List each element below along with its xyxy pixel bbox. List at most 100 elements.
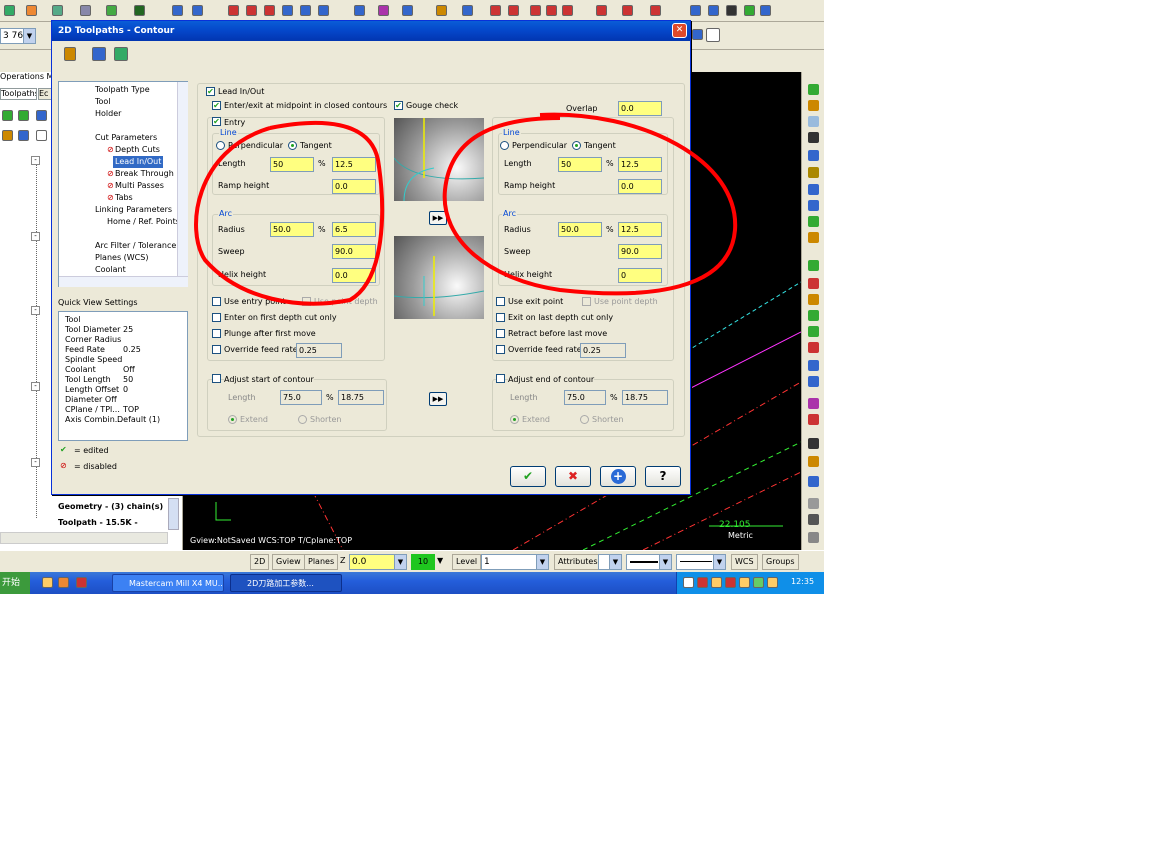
tree-expander[interactable]: - (31, 156, 40, 165)
tree-hscrollbar[interactable] (59, 276, 188, 287)
tree-toolpath-type[interactable]: Toolpath Type (95, 84, 150, 96)
ok-button[interactable]: ✔ (510, 466, 546, 487)
entry-override-feed-input[interactable]: 0.25 (296, 343, 342, 358)
exit-length-input[interactable]: 12.5 (618, 157, 662, 172)
tree-tool[interactable]: Tool (95, 96, 111, 108)
apply-button[interactable]: + (600, 466, 636, 487)
entry-radius-input[interactable]: 6.5 (332, 222, 376, 237)
offset-icon[interactable] (318, 5, 329, 16)
measure-icon[interactable] (808, 456, 819, 467)
rectangle-icon[interactable] (808, 342, 819, 353)
regen-icon[interactable] (18, 110, 29, 121)
mirror-icon[interactable] (264, 5, 275, 16)
help-icon[interactable] (692, 29, 703, 40)
line-create-icon[interactable] (808, 278, 819, 289)
machine-icon[interactable] (622, 5, 633, 16)
copy-entry-to-exit-button[interactable]: ▶▶ (429, 211, 447, 225)
note-icon[interactable] (378, 5, 389, 16)
rotate-icon[interactable] (282, 5, 293, 16)
exit-perpendicular-radio[interactable] (500, 141, 509, 150)
z-depth-combo[interactable]: 0.0 ▼ (349, 554, 407, 570)
toggle-icon[interactable] (18, 130, 29, 141)
entry-ramp-height-input[interactable]: 0.0 (332, 179, 376, 194)
tree-multi-passes[interactable]: Multi Passes (115, 180, 164, 192)
save-icon[interactable] (92, 47, 106, 61)
arc-create-icon[interactable] (808, 294, 819, 305)
spline-create-icon[interactable] (808, 326, 819, 337)
entry-sweep-input[interactable]: 90.0 (332, 244, 376, 259)
tree-break-through[interactable]: Break Through (115, 168, 174, 180)
groups-button[interactable]: Groups (762, 554, 799, 570)
whats-this-icon[interactable] (706, 28, 720, 42)
arc-icon[interactable] (106, 5, 117, 16)
tree-holder[interactable]: Holder (95, 108, 121, 120)
tree-lead-in-out[interactable]: Lead In/Out (113, 156, 164, 168)
line-style-combo[interactable]: ▼ (626, 554, 672, 570)
task-browser[interactable]: 2D刀路加工参数... (230, 574, 342, 592)
analyze-icon[interactable] (228, 5, 239, 16)
start-button[interactable]: 开始 (0, 572, 30, 594)
exit-override-feed-checkbox[interactable] (496, 345, 505, 354)
grid-icon[interactable] (52, 5, 63, 16)
tray-app-icon[interactable] (753, 577, 764, 588)
entry-length-input[interactable]: 12.5 (332, 157, 376, 172)
exit-radius-pct-input[interactable]: 50.0 (558, 222, 602, 237)
level-button[interactable]: Level (452, 554, 482, 570)
surface-finish-icon[interactable] (808, 167, 819, 178)
chain-icon[interactable] (246, 5, 257, 16)
color-icon[interactable] (808, 398, 819, 409)
exit-ramp-height-input[interactable]: 0.0 (618, 179, 662, 194)
volume-icon[interactable] (767, 577, 778, 588)
2d-3d-toggle[interactable]: 2D (250, 554, 270, 570)
entry-override-feed-checkbox[interactable] (212, 345, 221, 354)
tree-expander[interactable]: - (31, 458, 40, 467)
lock-icon[interactable] (2, 130, 13, 141)
entry-tangent-radio[interactable] (288, 141, 297, 150)
cplane-icon[interactable] (726, 5, 737, 16)
select-icon[interactable] (4, 5, 15, 16)
hatch-icon[interactable] (402, 5, 413, 16)
contour-icon[interactable] (808, 84, 819, 95)
tool-icon[interactable] (64, 47, 76, 61)
pocket-icon[interactable] (808, 116, 819, 127)
tree-vscrollbar[interactable] (168, 498, 179, 530)
entry-radius-pct-input[interactable]: 50.0 (270, 222, 314, 237)
exit-tangent-radio[interactable] (572, 141, 581, 150)
fit-icon[interactable] (760, 5, 771, 16)
solid-create-icon[interactable] (808, 360, 819, 371)
retract-before-checkbox[interactable] (496, 329, 505, 338)
point-create-icon[interactable] (808, 260, 819, 271)
select-all-icon[interactable] (2, 110, 13, 121)
save-defaults-icon[interactable] (114, 47, 128, 61)
cancel-button[interactable]: ✖ (555, 466, 591, 487)
engrave-icon[interactable] (808, 200, 819, 211)
gouge-check-checkbox[interactable]: ✔ (394, 101, 403, 110)
toolpath-icon[interactable] (530, 5, 541, 16)
stock-icon[interactable] (650, 5, 661, 16)
exit-helix-input[interactable]: 0 (618, 268, 662, 283)
tray-app-icon[interactable] (739, 577, 750, 588)
color-dropdown-icon[interactable]: ▼ (437, 556, 443, 565)
close-button[interactable]: ✕ (672, 23, 687, 38)
exit-sweep-input[interactable]: 90.0 (618, 244, 662, 259)
drill-icon[interactable] (808, 100, 819, 111)
adjust-start-shorten-radio[interactable] (298, 415, 307, 424)
line-icon[interactable] (80, 5, 91, 16)
gview-button[interactable]: Gview (272, 554, 305, 570)
adjust-start-pct-input[interactable]: 75.0 (280, 390, 322, 405)
line-width-combo[interactable]: ▼ (676, 554, 726, 570)
wcs-button[interactable]: WCS (731, 554, 758, 570)
solid-icon[interactable] (462, 5, 473, 16)
entry-perpendicular-radio[interactable] (216, 141, 225, 150)
tree-home-ref-points[interactable]: Home / Ref. Points (107, 216, 180, 228)
tree-expander[interactable]: - (31, 306, 40, 315)
gview-icon[interactable] (744, 5, 755, 16)
undo-icon[interactable] (808, 476, 819, 487)
tab-other[interactable]: Ec (38, 88, 52, 100)
sphere-icon[interactable] (808, 376, 819, 387)
use-exit-point-checkbox[interactable] (496, 297, 505, 306)
level-icon[interactable] (808, 414, 819, 425)
more-icon[interactable] (808, 532, 819, 543)
spline-icon[interactable] (134, 5, 145, 16)
point-style-combo[interactable]: ▼ (598, 554, 622, 570)
